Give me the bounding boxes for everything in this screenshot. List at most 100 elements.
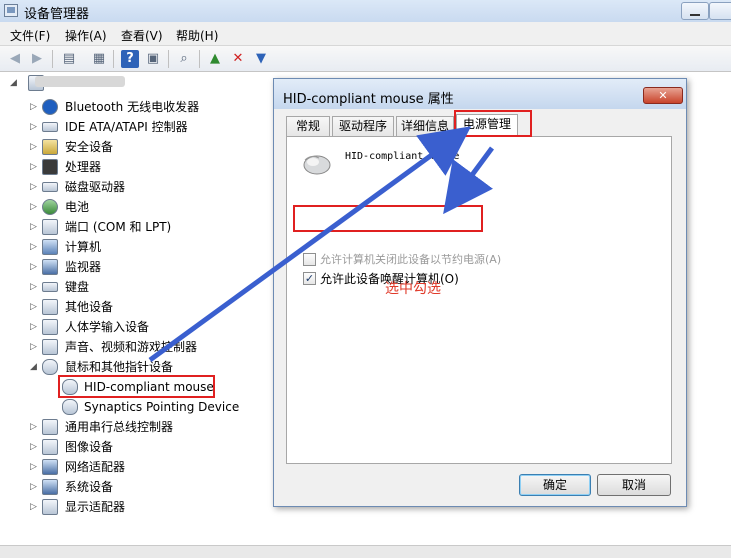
dialog-title: HID-compliant mouse 属性: [283, 92, 454, 107]
allow-wake-checkbox[interactable]: ✓: [303, 272, 316, 285]
tree-item-label: 处理器: [65, 160, 102, 174]
ok-button[interactable]: 确定: [519, 474, 591, 496]
forward-icon[interactable]: ▶: [28, 50, 46, 68]
mouse-icon: [303, 155, 331, 175]
uninstall-icon[interactable]: ✕: [229, 50, 247, 68]
expand-arrow-icon[interactable]: ▷: [30, 120, 40, 134]
expand-arrow-icon[interactable]: ▷: [30, 500, 40, 514]
bluetooth-icon: [42, 99, 58, 115]
expand-arrow-icon[interactable]: ▷: [30, 460, 40, 474]
tree-item-label: 安全设备: [65, 140, 114, 154]
show-hidden-icon[interactable]: ▦: [90, 50, 108, 68]
mouse-icon: [62, 399, 78, 415]
tree-item-label: 监视器: [65, 260, 102, 274]
tree-item-label: Synaptics Pointing Device: [84, 400, 240, 414]
tree-item-label: 人体学输入设备: [65, 320, 150, 334]
computer-icon: [42, 239, 58, 255]
port-icon: [42, 219, 58, 235]
security-device-icon: [42, 139, 58, 155]
tree-item-label: 通用串行总线控制器: [65, 420, 174, 434]
disk-drive-icon: [42, 182, 58, 192]
close-button[interactable]: ✕: [643, 87, 683, 104]
expand-arrow-icon[interactable]: ▷: [30, 160, 40, 174]
tree-item-label: 端口 (COM 和 LPT): [65, 220, 172, 234]
processor-icon: [42, 159, 58, 175]
wake-option-highlight-box: [293, 205, 483, 232]
expand-arrow-icon[interactable]: ▷: [30, 280, 40, 294]
scan-hardware-icon[interactable]: ⌕: [175, 50, 193, 68]
collapse-arrow-icon[interactable]: ◢: [10, 76, 20, 90]
expand-arrow-icon[interactable]: ▷: [30, 200, 40, 214]
tree-item-label: 网络适配器: [65, 460, 126, 474]
power-management-panel: HID-compliant mouse 允许计算机关闭此设备以节约电源(A) ✓…: [286, 136, 672, 464]
expand-arrow-icon[interactable]: ▷: [30, 340, 40, 354]
menu-view[interactable]: 查看(V): [121, 27, 163, 44]
tree-item-label: 系统设备: [65, 480, 114, 494]
device-name: HID-compliant mouse: [345, 151, 460, 162]
toolbar-separator: [52, 50, 53, 68]
expand-arrow-icon[interactable]: ▷: [30, 100, 40, 114]
cancel-button[interactable]: 取消: [597, 474, 671, 496]
status-bar: [0, 545, 731, 558]
expand-arrow-icon[interactable]: ▷: [30, 260, 40, 274]
expand-arrow-icon[interactable]: ▷: [30, 440, 40, 454]
display-adapter-icon: [42, 499, 58, 515]
tab-details[interactable]: 详细信息: [396, 116, 454, 136]
expand-arrow-icon[interactable]: ▷: [30, 320, 40, 334]
mouse-icon: [42, 359, 58, 375]
tree-item-label: Bluetooth 无线电收发器: [65, 100, 200, 114]
expand-arrow-icon[interactable]: ▷: [30, 240, 40, 254]
tab-driver[interactable]: 驱动程序: [332, 116, 394, 136]
expand-arrow-icon[interactable]: ▷: [30, 180, 40, 194]
enable-device-icon[interactable]: ▼: [252, 50, 270, 68]
tree-item-label: 磁盘驱动器: [65, 180, 126, 194]
network-adapter-icon: [42, 459, 58, 475]
keyboard-icon: [42, 282, 58, 292]
tree-item-label: IDE ATA/ATAPI 控制器: [65, 120, 188, 134]
collapse-arrow-icon[interactable]: ◢: [30, 360, 40, 374]
expand-arrow-icon[interactable]: ▷: [30, 220, 40, 234]
tree-item-label: 鼠标和其他指针设备: [65, 360, 174, 374]
allow-power-off-label: 允许计算机关闭此设备以节约电源(A): [320, 253, 502, 266]
menu-help[interactable]: 帮助(H): [176, 27, 218, 44]
properties-dialog: HID-compliant mouse 属性 ✕ 常规 驱动程序 详细信息 电源…: [273, 78, 687, 507]
tree-item-label: 键盘: [65, 280, 90, 294]
menu-action[interactable]: 操作(A): [65, 27, 107, 44]
hid-mouse-highlight-box: [58, 375, 215, 398]
window-titlebar: 设备管理器: [0, 0, 731, 22]
allow-power-off-checkbox: [303, 253, 316, 266]
tree-item-label: 显示适配器: [65, 500, 126, 514]
expand-arrow-icon[interactable]: ▷: [30, 140, 40, 154]
power-tab-highlight-box: [454, 110, 532, 137]
minimize-button[interactable]: [681, 2, 709, 20]
back-icon[interactable]: ◀: [6, 50, 24, 68]
dialog-titlebar: HID-compliant mouse 属性 ✕: [274, 79, 686, 109]
other-device-icon: [42, 299, 58, 315]
tab-general[interactable]: 常规: [286, 116, 330, 136]
expand-arrow-icon[interactable]: ▷: [30, 480, 40, 494]
annotation-text: 选中勾选: [385, 281, 441, 297]
speaker-icon: [42, 339, 58, 355]
ide-controller-icon: [42, 122, 58, 132]
maximize-button[interactable]: [709, 2, 731, 20]
menubar: 文件(F) 操作(A) 查看(V) 帮助(H): [0, 22, 731, 46]
toolbar-separator: [199, 50, 200, 68]
properties-sheet-icon[interactable]: ▤: [60, 50, 78, 68]
camera-icon: [42, 439, 58, 455]
toolbar: ◀ ▶ ▤ ▦ ? ▣ ⌕ ▲ ✕ ▼: [0, 46, 731, 72]
help-icon[interactable]: ?: [121, 50, 139, 68]
update-driver-icon[interactable]: ▲: [206, 50, 224, 68]
expand-arrow-icon[interactable]: ▷: [30, 420, 40, 434]
toolbar-separator: [113, 50, 114, 68]
toolbar-separator: [168, 50, 169, 68]
monitor-icon: [42, 259, 58, 275]
expand-arrow-icon[interactable]: ▷: [30, 300, 40, 314]
tree-item-label: 电池: [65, 200, 90, 214]
battery-icon: [42, 199, 58, 215]
tree-item-label: 其他设备: [65, 300, 114, 314]
hid-icon: [42, 319, 58, 335]
menu-file[interactable]: 文件(F): [10, 27, 50, 44]
tree-item-label: 图像设备: [65, 440, 114, 454]
device-manager-icon: [4, 4, 18, 17]
view-icon[interactable]: ▣: [144, 50, 162, 68]
